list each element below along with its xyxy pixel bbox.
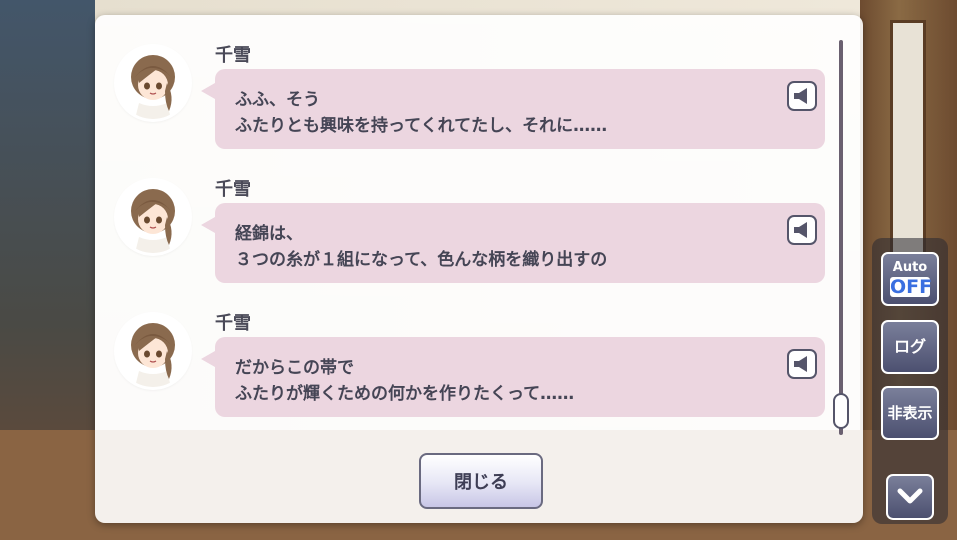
dialogue-bubble: 経錦は、 ３つの糸が１組になって、色んな柄を織り出すの	[201, 203, 825, 283]
log-list[interactable]: 千雪 ふふ、そう ふたりとも興味を持ってくれてたし、それに…… 千雪 経錦は、 …	[95, 15, 863, 440]
dialogue-line: だからこの帯で	[235, 358, 354, 378]
close-button[interactable]: 閉じる	[419, 453, 543, 509]
dialogue-line: ふたりが輝くための何かを作りたくって……	[235, 384, 575, 404]
speaker-name: 千雪	[215, 45, 251, 66]
dialogue-line: ふふ、そう	[235, 90, 320, 110]
hide-ui-button[interactable]: 非表示	[881, 386, 939, 440]
auto-label: Auto	[892, 260, 928, 275]
speaker-avatar	[117, 315, 189, 387]
dialogue-bubble: ふふ、そう ふたりとも興味を持ってくれてたし、それに……	[201, 69, 825, 149]
voice-replay-button[interactable]	[787, 81, 817, 111]
speaker-icon	[794, 88, 807, 104]
voice-replay-button[interactable]	[787, 349, 817, 379]
collapse-button[interactable]	[886, 474, 934, 520]
chevron-down-icon	[897, 488, 923, 504]
log-entry: 千雪 経錦は、 ３つの糸が１組になって、色んな柄を織り出すの	[95, 149, 863, 283]
log-entry: 千雪 ふふ、そう ふたりとも興味を持ってくれてたし、それに……	[95, 15, 863, 149]
speaker-avatar	[117, 181, 189, 253]
speaker-avatar	[117, 47, 189, 119]
speaker-icon	[794, 222, 807, 238]
scrollbar-thumb[interactable]	[833, 393, 849, 429]
dialogue-line: 経錦は、	[235, 224, 303, 244]
speaker-name: 千雪	[215, 313, 251, 334]
speaker-name: 千雪	[215, 179, 251, 200]
log-button[interactable]: ログ	[881, 320, 939, 374]
auto-toggle-button[interactable]: Auto OFF	[881, 252, 939, 306]
scrollbar-track[interactable]	[839, 40, 843, 435]
voice-replay-button[interactable]	[787, 215, 817, 245]
dialogue-line: ３つの糸が１組になって、色んな柄を織り出すの	[235, 250, 608, 270]
auto-state: OFF	[890, 276, 933, 298]
dialogue-log-modal: 千雪 ふふ、そう ふたりとも興味を持ってくれてたし、それに…… 千雪 経錦は、 …	[95, 15, 863, 523]
log-entry: 千雪 だからこの帯で ふたりが輝くための何かを作りたくって……	[95, 283, 863, 417]
dialogue-bubble: だからこの帯で ふたりが輝くための何かを作りたくって……	[201, 337, 825, 417]
dialogue-line: ふたりとも興味を持ってくれてたし、それに……	[235, 116, 608, 136]
speaker-icon	[794, 356, 807, 372]
